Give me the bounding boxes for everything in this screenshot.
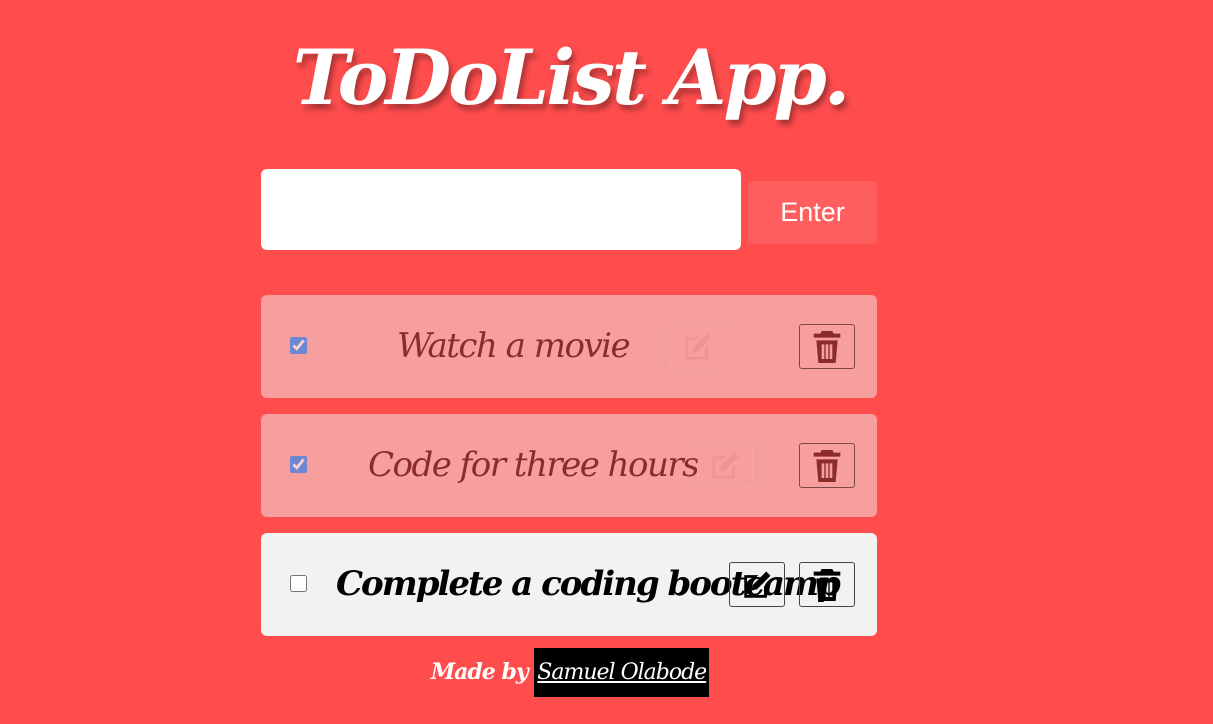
trash-icon <box>813 449 841 482</box>
trash-icon <box>813 330 841 363</box>
todo-checkbox[interactable] <box>290 575 307 592</box>
footer: Made by Samuel Olabode <box>0 648 1140 697</box>
delete-button[interactable] <box>799 324 855 369</box>
edit-button[interactable] <box>697 443 753 488</box>
edit-icon <box>712 452 739 479</box>
edit-icon <box>744 571 771 598</box>
trash-icon <box>813 568 841 601</box>
delete-button[interactable] <box>799 562 855 607</box>
todo-checkbox[interactable] <box>290 337 307 354</box>
edit-icon <box>685 333 712 360</box>
todo-text: Watch a movie <box>397 326 631 366</box>
edit-button[interactable] <box>670 324 726 369</box>
todo-checkbox[interactable] <box>290 456 307 473</box>
footer-prefix: Made by <box>430 659 529 685</box>
todo-item: Complete a coding bootcamp <box>261 533 877 636</box>
todo-item: Watch a movie <box>261 295 877 398</box>
todo-input[interactable] <box>261 169 741 250</box>
todo-text: Code for three hours <box>368 445 700 485</box>
todo-item: Code for three hours <box>261 414 877 517</box>
app-title: ToDoList App. <box>292 33 851 122</box>
author-link[interactable]: Samuel Olabode <box>534 648 710 697</box>
edit-button[interactable] <box>729 562 785 607</box>
enter-button[interactable]: Enter <box>748 181 877 244</box>
delete-button[interactable] <box>799 443 855 488</box>
